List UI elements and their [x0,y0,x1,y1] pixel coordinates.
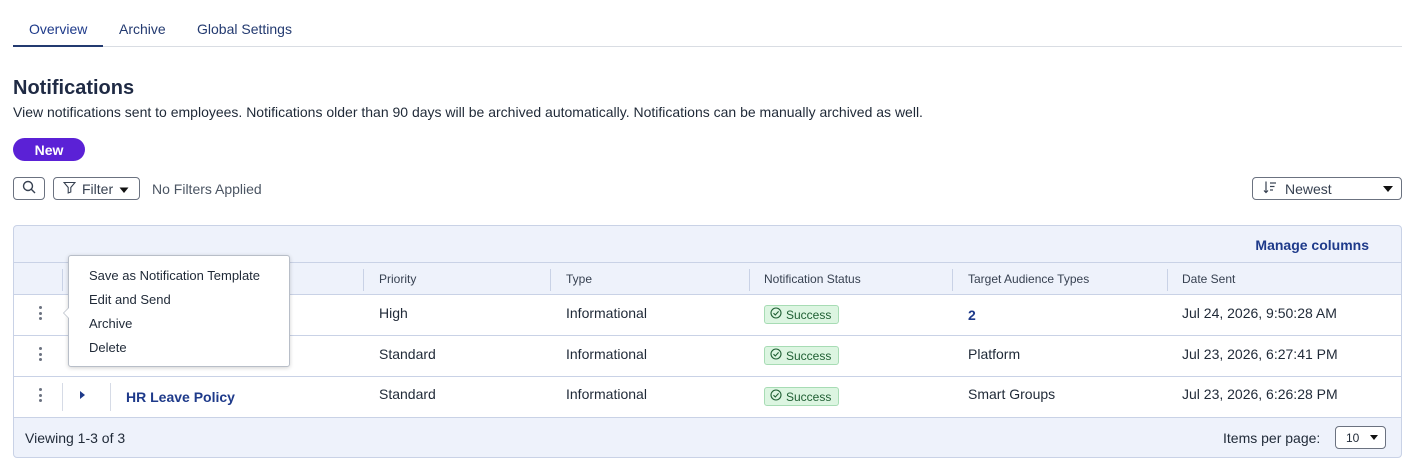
chevron-down-icon [1370,435,1378,440]
priority-cell: High [379,305,408,321]
sort-value: Newest [1285,180,1332,197]
items-per-page-value: 10 [1346,431,1360,445]
tab-overview[interactable]: Overview [29,21,87,37]
filter-status: No Filters Applied [152,181,262,197]
menu-item-edit-and-send[interactable]: Edit and Send [69,290,289,314]
column-header-type[interactable]: Type [566,272,592,286]
date-sent-cell: Jul 23, 2026, 6:26:28 PM [1182,386,1338,402]
chevron-down-icon [119,181,129,197]
tab-global-settings[interactable]: Global Settings [197,21,292,37]
items-per-page-select[interactable]: 10 [1335,426,1386,449]
menu-pointer [63,307,69,319]
manage-columns-link[interactable]: Manage columns [1255,237,1369,253]
check-circle-icon [770,307,782,322]
column-divider [62,269,63,291]
priority-cell: Standard [379,386,436,402]
active-tab-indicator [13,45,103,47]
page-title: Notifications [13,77,135,99]
audience-cell: Smart Groups [968,386,1056,402]
column-divider [550,269,551,291]
expand-row-icon[interactable] [80,391,85,399]
row-actions-kebab-icon[interactable] [32,386,48,404]
sort-select[interactable]: Newest [1252,177,1402,200]
filter-button[interactable]: Filter [53,177,140,200]
search-icon [22,180,36,197]
column-header-date-sent[interactable]: Date Sent [1182,272,1235,286]
table-row[interactable]: HR Leave Policy Standard Informational S… [14,377,1401,418]
audience-cell: Platform [968,346,1021,362]
chevron-down-icon [1383,186,1393,192]
type-cell: Informational [566,346,647,362]
column-divider [363,269,364,291]
column-divider [952,269,953,291]
date-sent-cell: Jul 23, 2026, 6:27:41 PM [1182,346,1338,362]
table-footer: Viewing 1-3 of 3 Items per page: 10 [14,418,1401,457]
tab-archive[interactable]: Archive [119,21,166,37]
type-cell: Informational [566,386,647,402]
pagination-summary: Viewing 1-3 of 3 [25,430,126,446]
column-divider [749,269,750,291]
status-badge: Success [764,387,840,406]
column-divider [1167,269,1168,291]
column-header-priority[interactable]: Priority [379,272,416,286]
status-text: Success [786,389,832,404]
column-header-notification-status[interactable]: Notification Status [764,272,861,286]
status-text: Success [786,307,832,322]
items-per-page-label: Items per page: [1223,430,1321,446]
column-header-target-audience-types[interactable]: Target Audience Types [968,272,1089,286]
sort-icon [1263,180,1277,197]
menu-item-archive[interactable]: Archive [69,314,289,338]
priority-cell: Standard [379,346,436,362]
filter-label: Filter [82,180,114,197]
tab-bar: Overview Archive Global Settings [13,10,1402,47]
notification-name-link[interactable]: HR Leave Policy [126,389,235,405]
row-divider [110,383,111,411]
type-cell: Informational [566,305,647,321]
filter-icon [62,181,77,197]
row-actions-menu: Save as Notification Template Edit and S… [63,255,290,367]
audience-count-link[interactable]: 2 [968,307,976,323]
row-actions-kebab-icon[interactable] [32,345,48,363]
search-button[interactable] [13,177,45,200]
check-circle-icon [770,348,782,363]
row-actions-kebab-icon[interactable] [32,304,48,322]
status-badge: Success [764,305,840,324]
row-divider [62,383,63,411]
menu-item-delete[interactable]: Delete [69,338,289,362]
status-badge: Success [764,346,840,365]
menu-item-save-as-template[interactable]: Save as Notification Template [69,266,289,290]
status-text: Success [786,348,832,363]
check-circle-icon [770,389,782,404]
new-notification-button[interactable]: New [13,138,85,161]
page-description: View notifications sent to employees. No… [13,104,923,120]
date-sent-cell: Jul 24, 2026, 9:50:28 AM [1182,305,1337,321]
